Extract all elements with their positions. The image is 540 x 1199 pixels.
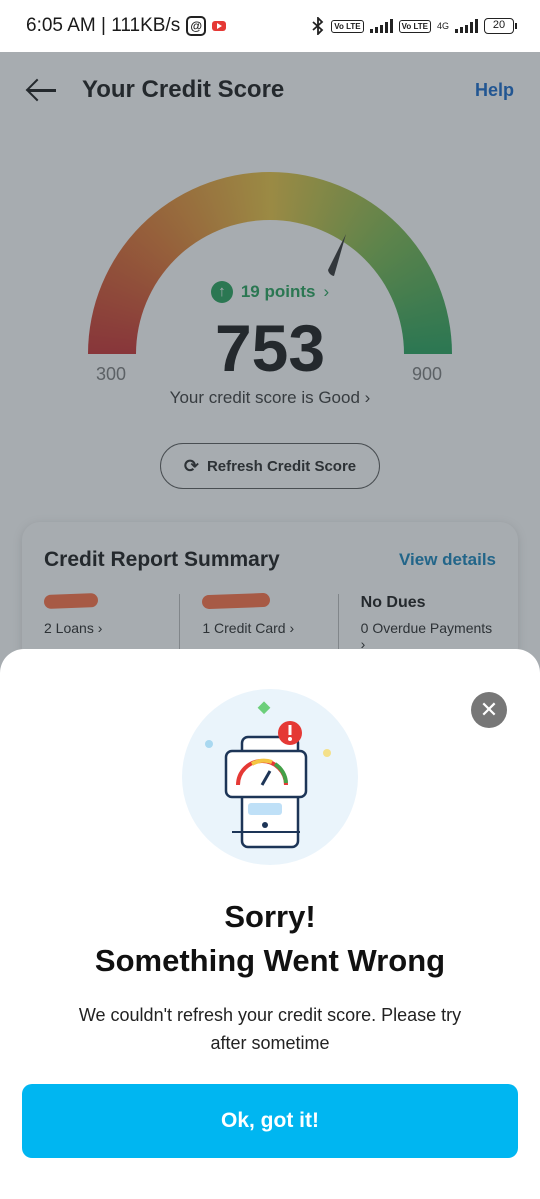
close-icon[interactable]: ✕ <box>471 692 507 728</box>
error-bottom-sheet: ✕ Sorry! Something Went Wrong We couldn'… <box>0 649 540 1199</box>
status-bar: 6:05 AM | 111KB/s @ Vo LTE Vo LTE 4G 20 <box>0 0 540 52</box>
credit-score-error-illustration-icon <box>182 689 358 865</box>
youtube-app-icon <box>212 21 227 31</box>
network-type: 4G <box>436 21 449 31</box>
volte-badge-2: Vo LTE <box>398 19 431 33</box>
error-message: We couldn't refresh your credit score. P… <box>78 1005 462 1053</box>
ok-got-it-button[interactable]: Ok, got it! <box>22 1084 518 1158</box>
signal-bars-1-icon <box>369 19 393 33</box>
error-title-line-1: Sorry! <box>224 899 316 934</box>
status-time: 6:05 AM | 111KB/s <box>26 15 181 36</box>
volte-badge-1: Vo LTE <box>331 19 364 33</box>
error-title: Sorry! Something Went Wrong <box>0 895 540 983</box>
bluetooth-icon <box>312 17 324 35</box>
error-title-line-2: Something Went Wrong <box>94 943 446 978</box>
signal-bars-2-icon <box>455 19 478 33</box>
battery-indicator: 20 <box>484 18 517 34</box>
threads-app-icon: @ <box>186 16 207 36</box>
